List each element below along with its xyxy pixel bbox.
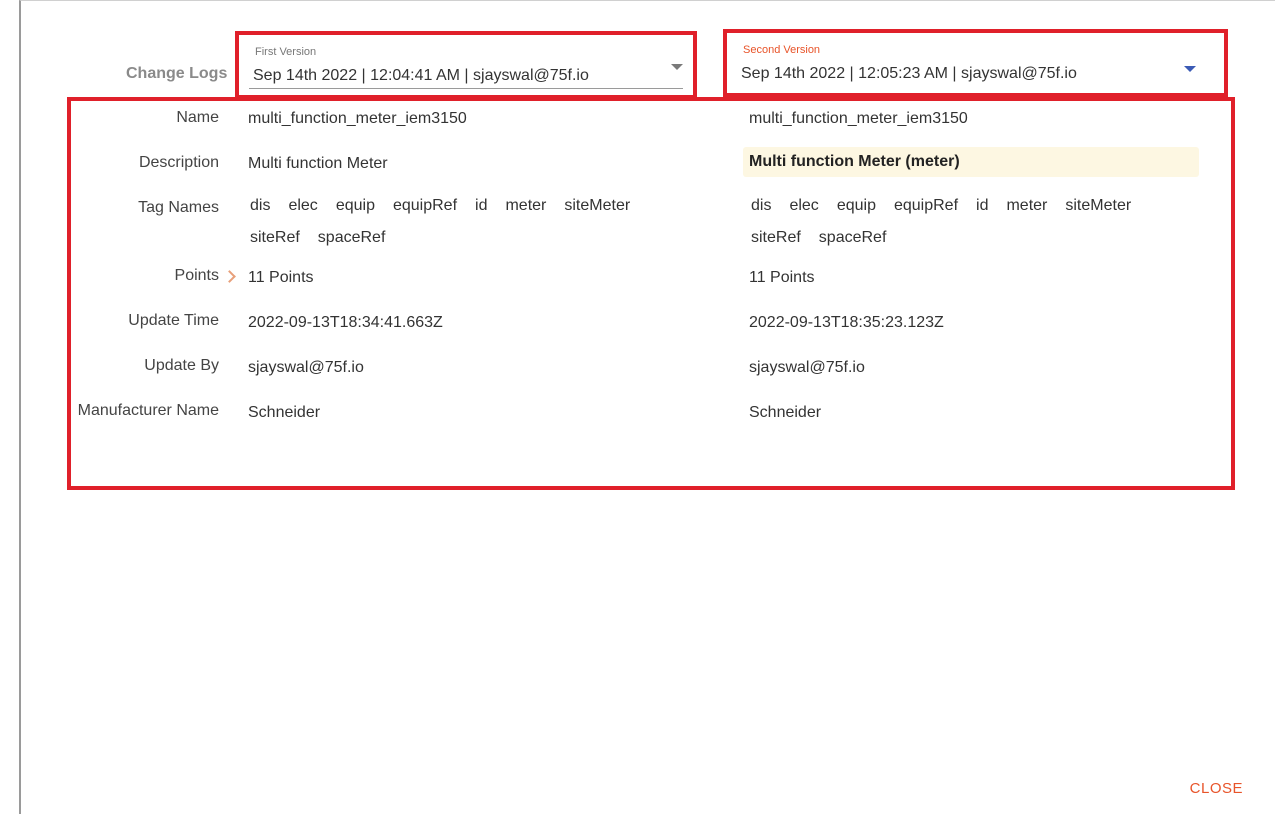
second-points-value[interactable]: 11 Points (749, 269, 815, 287)
tag-item: meter (1006, 197, 1048, 214)
second-update-by-value: sjayswal@75f.io (749, 359, 865, 376)
second-name-value: multi_function_meter_iem3150 (749, 110, 968, 127)
close-button[interactable]: CLOSE (1190, 780, 1243, 797)
manufacturer-name-label: Manufacturer Name (77, 402, 219, 419)
caret-down-icon[interactable] (671, 64, 683, 70)
tag-item: meter (505, 197, 547, 214)
second-update-time-value: 2022-09-13T18:35:23.123Z (749, 314, 944, 331)
second-version-field[interactable]: Second Version Sep 14th 2022 | 12:05:23 … (737, 39, 1214, 87)
tag-names-label: Tag Names (138, 199, 219, 216)
update-by-label: Update By (144, 357, 219, 374)
update-time-label: Update Time (128, 312, 219, 329)
first-points-value[interactable]: 11 Points (248, 269, 314, 287)
first-tag-list: dis elec equip equipRef id meter siteMeter site… (250, 190, 690, 254)
tag-item: siteMeter (1065, 197, 1132, 214)
caret-down-icon[interactable] (1184, 66, 1196, 72)
first-version-field[interactable]: First Version Sep 14th 2022 | 12:04:41 A… (249, 41, 683, 89)
tag-item: siteRef (751, 229, 801, 246)
tag-item: id (976, 197, 989, 214)
second-description-value: Multi function Meter (meter) (743, 147, 1199, 177)
tag-item: spaceRef (317, 229, 386, 246)
dialog-title: Change Logs (126, 65, 228, 82)
tag-item: equipRef (893, 197, 959, 214)
first-description-value: Multi function Meter (248, 155, 388, 172)
tag-item: equip (335, 197, 375, 214)
second-version-caption: Second Version (743, 44, 821, 56)
tag-item: elec (288, 197, 318, 214)
name-label: Name (176, 109, 219, 126)
first-version-caption: First Version (255, 46, 317, 58)
tag-item: equipRef (392, 197, 458, 214)
tag-item: siteRef (250, 229, 300, 246)
tag-item: spaceRef (818, 229, 887, 246)
tag-item: id (475, 197, 488, 214)
tag-item: siteMeter (564, 197, 631, 214)
first-update-time-value: 2022-09-13T18:34:41.663Z (248, 314, 443, 331)
first-update-by-value: sjayswal@75f.io (248, 359, 364, 376)
second-tag-list: dis elec equip equipRef id meter siteMeter site… (751, 190, 1191, 254)
first-version-select[interactable]: First Version Sep 14th 2022 | 12:04:41 A… (235, 31, 697, 99)
first-version-value: Sep 14th 2022 | 12:04:41 AM | sjayswal@7… (253, 67, 589, 84)
second-manufacturer-value: Schneider (749, 404, 822, 421)
tag-item: elec (789, 197, 819, 214)
tag-item: dis (751, 197, 772, 214)
tag-item: equip (836, 197, 876, 214)
second-version-value: Sep 14th 2022 | 12:05:23 AM | sjayswal@7… (741, 65, 1077, 82)
first-name-value: multi_function_meter_iem3150 (248, 110, 467, 127)
description-label: Description (138, 154, 219, 171)
points-label: Points (174, 267, 219, 284)
second-version-select[interactable]: Second Version Sep 14th 2022 | 12:05:23 … (723, 29, 1228, 97)
background-page (0, 0, 20, 814)
tag-item: dis (250, 197, 271, 214)
first-manufacturer-value: Schneider (248, 404, 321, 421)
